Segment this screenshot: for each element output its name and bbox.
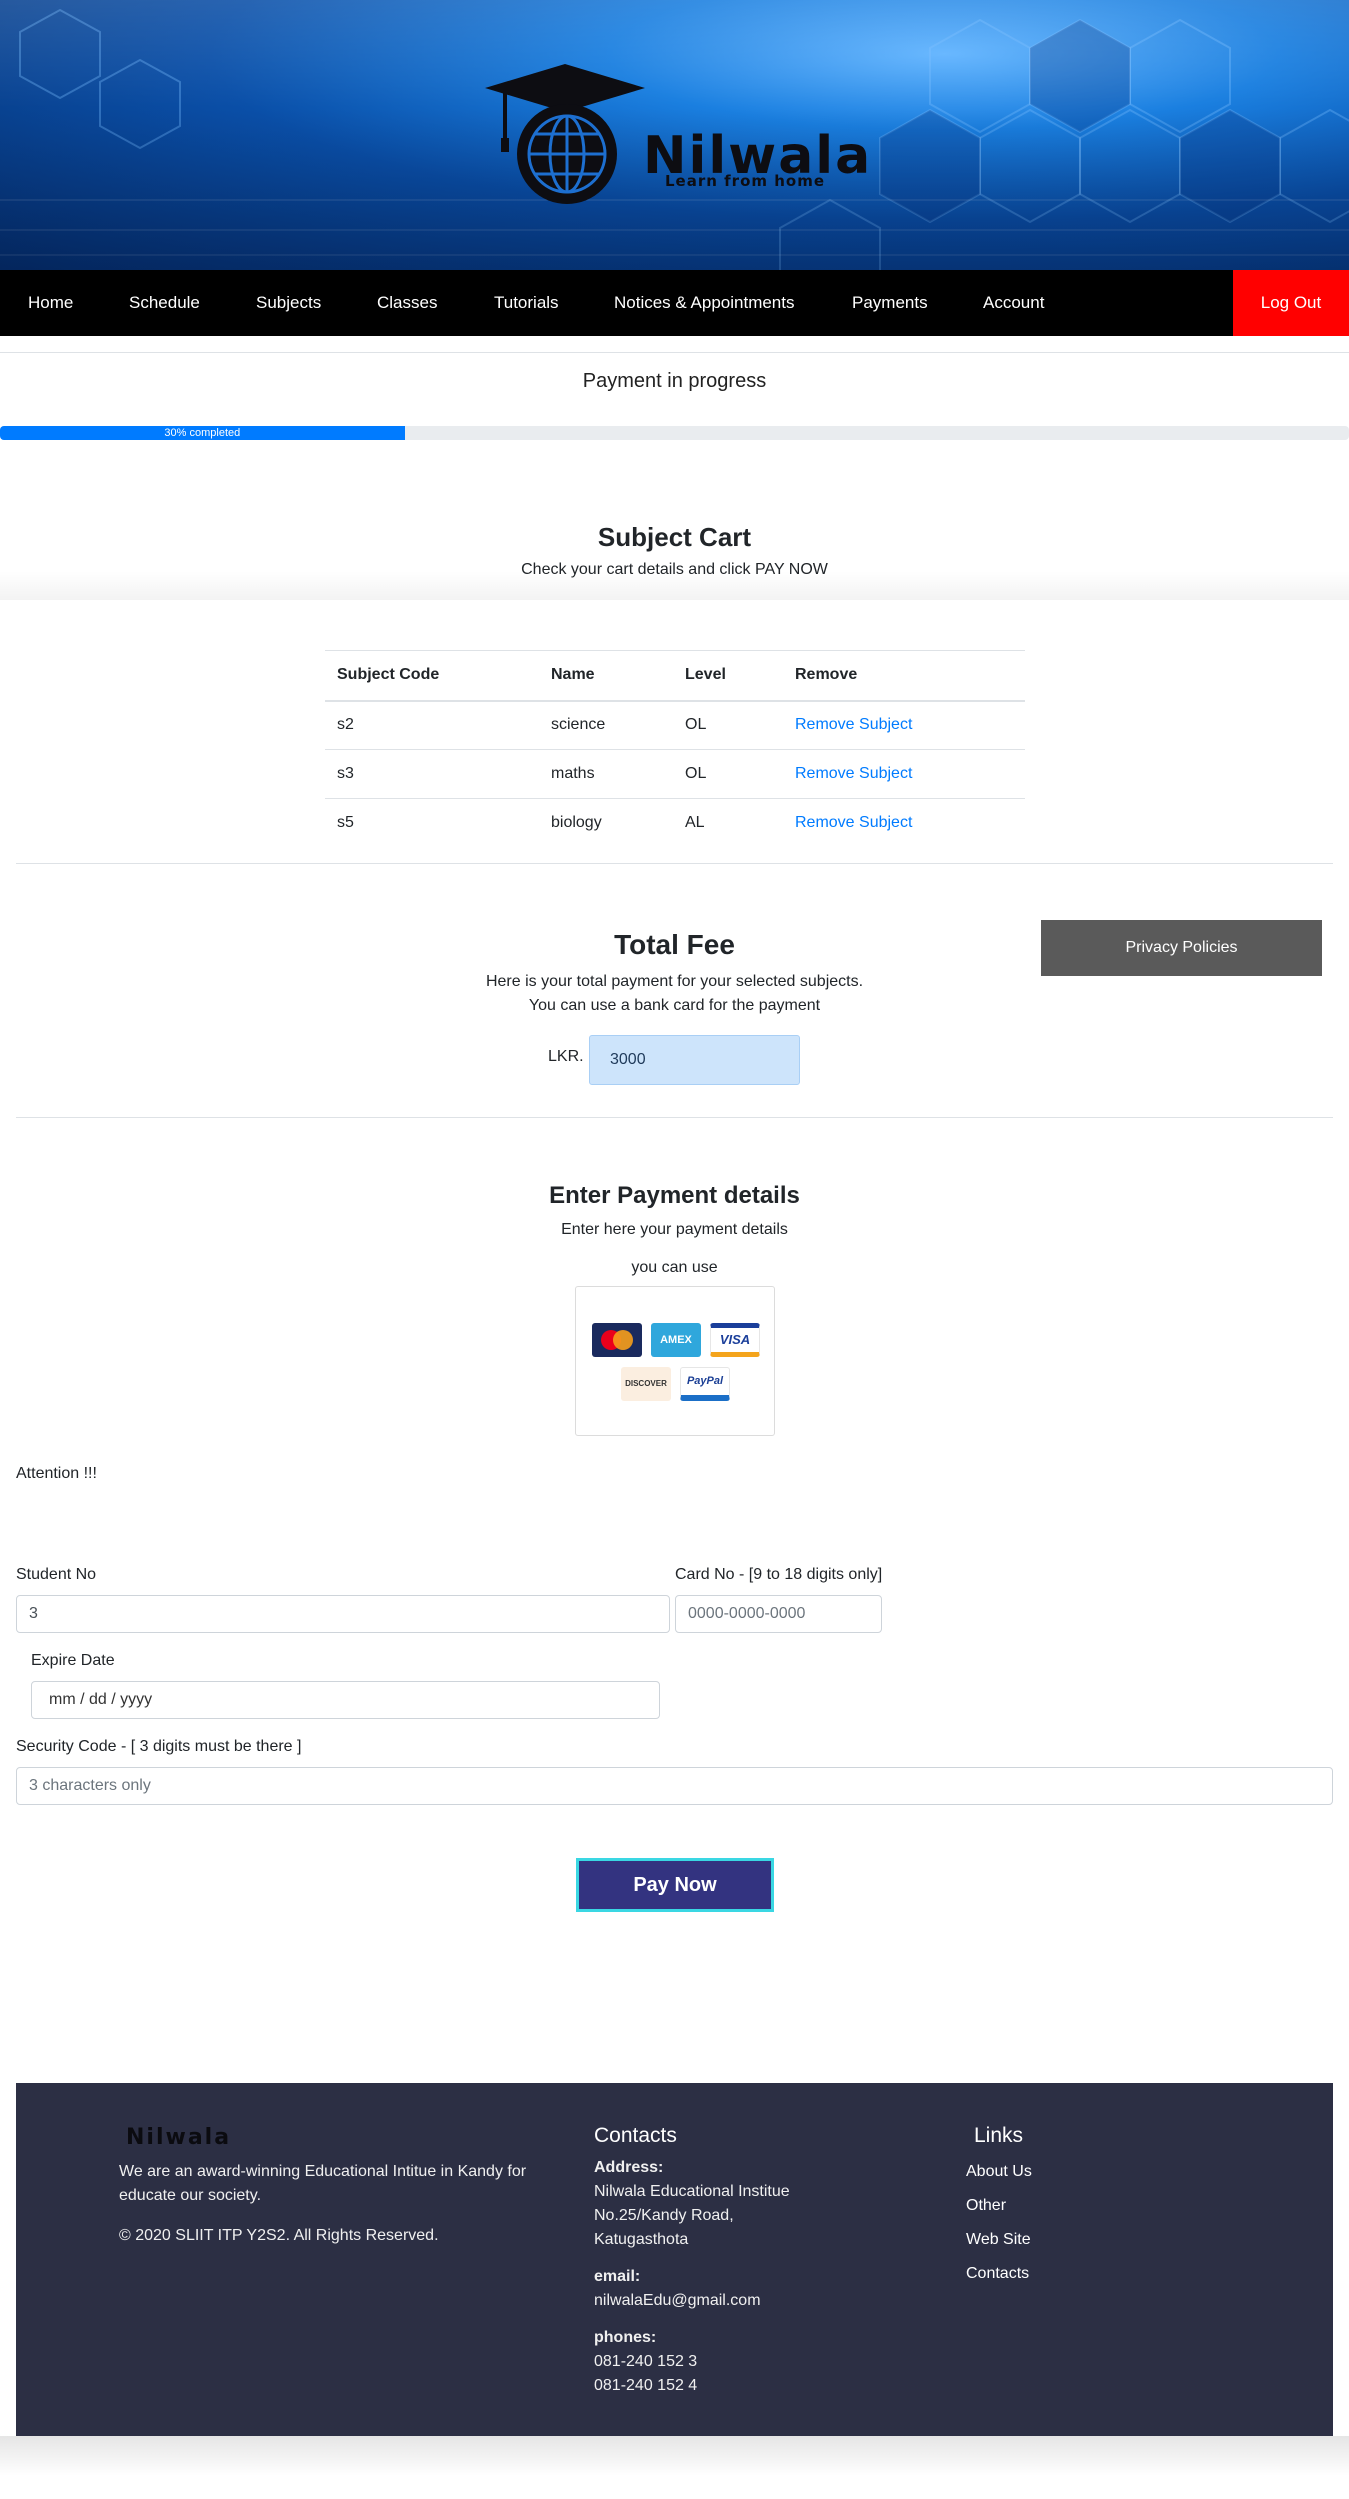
col-level: Level: [673, 650, 783, 702]
header-banner: Nilwala Learn from home: [0, 0, 1349, 270]
subject-level: AL: [673, 798, 783, 848]
cart-table: Subject Code Name Level Remove s2 scienc…: [325, 650, 1025, 848]
remove-subject-link[interactable]: Remove Subject: [795, 814, 912, 831]
graduation-globe-icon: [485, 64, 645, 204]
subject-name: maths: [539, 749, 673, 799]
nav-notices-appointments[interactable]: Notices & Appointments: [614, 270, 794, 336]
contacts-heading: Contacts: [594, 2124, 677, 2147]
address-label: Address:: [594, 2159, 664, 2176]
card-no-field[interactable]: 0000-0000-0000: [675, 1595, 882, 1633]
security-code-field[interactable]: 3 characters only: [16, 1767, 1333, 1805]
table-row: s5 biology AL Remove Subject: [325, 798, 1025, 848]
subject-code: s2: [325, 700, 539, 750]
progress-bar-fill: 30% completed: [0, 426, 405, 440]
subject-level: OL: [673, 749, 783, 799]
footer-copyright: © 2020 SLIIT ITP Y2S2. All Rights Reserv…: [119, 2227, 439, 2244]
remove-subject-link[interactable]: Remove Subject: [795, 765, 912, 782]
links-heading: Links: [974, 2124, 1024, 2147]
footer-link-about-us[interactable]: About Us: [966, 2163, 1032, 2181]
mastercard-icon: [592, 1323, 642, 1357]
footer-logo: Nilwala: [126, 2125, 232, 2150]
accepted-cards-label: you can use: [631, 1259, 718, 1276]
table-row: s3 maths OL Remove Subject: [325, 749, 1025, 799]
expire-date-field[interactable]: mm / dd / yyyy: [31, 1681, 660, 1719]
pay-now-button[interactable]: Pay Now: [576, 1858, 774, 1912]
address-line: No.25/Kandy Road,: [594, 2207, 734, 2224]
attention-text: Attention !!!: [16, 1465, 97, 1482]
divider: [16, 1117, 1333, 1118]
nav-subjects[interactable]: Subjects: [256, 270, 321, 336]
email-label: email:: [594, 2268, 641, 2285]
accepted-cards-box: AMEX VISA DISCOVER PayPal: [575, 1286, 775, 1436]
discover-icon: DISCOVER: [621, 1367, 671, 1401]
table-row: s2 science OL Remove Subject: [325, 700, 1025, 750]
total-fee-line2: You can use a bank card for the payment: [528, 997, 821, 1014]
visa-icon: VISA: [710, 1323, 760, 1357]
logout-button[interactable]: Log Out: [1233, 270, 1349, 336]
amex-icon: AMEX: [651, 1323, 701, 1357]
privacy-policies-button[interactable]: Privacy Policies: [1041, 920, 1322, 976]
col-name: Name: [539, 650, 673, 702]
nav-tutorials[interactable]: Tutorials: [494, 270, 559, 336]
progress-title: Payment in progress: [582, 370, 767, 392]
subject-code: s5: [325, 798, 539, 848]
col-subject-code: Subject Code: [325, 650, 539, 702]
payment-details-title: Enter Payment details: [549, 1182, 800, 1209]
cart-title: Subject Cart: [597, 522, 752, 552]
paypal-icon: PayPal: [680, 1367, 730, 1401]
footer-link-web-site[interactable]: Web Site: [966, 2231, 1031, 2249]
brand-tagline: Learn from home: [665, 172, 826, 190]
main-navbar: Home Schedule Subjects Classes Tutorials…: [0, 270, 1349, 336]
subject-name: biology: [539, 798, 673, 848]
footer: Nilwala We are an award-winning Educatio…: [16, 2083, 1333, 2436]
table-header-row: Subject Code Name Level Remove: [325, 650, 1025, 702]
subject-level: OL: [673, 700, 783, 750]
security-code-label: Security Code - [ 3 digits must be there…: [16, 1738, 302, 1755]
nav-account[interactable]: Account: [983, 270, 1044, 336]
footer-about: We are an award-winning Educational Inti…: [119, 2163, 527, 2204]
nav-payments[interactable]: Payments: [852, 270, 928, 336]
student-no-field[interactable]: 3: [16, 1595, 670, 1633]
expire-date-label: Expire Date: [31, 1652, 115, 1669]
remove-subject-link[interactable]: Remove Subject: [795, 716, 912, 733]
payment-details-subtitle: Enter here your payment details: [561, 1221, 788, 1238]
nav-classes[interactable]: Classes: [377, 270, 437, 336]
nav-schedule[interactable]: Schedule: [129, 270, 200, 336]
footer-link-contacts[interactable]: Contacts: [966, 2265, 1029, 2283]
col-remove: Remove: [783, 650, 1025, 702]
divider: [0, 352, 1349, 353]
subject-name: science: [539, 700, 673, 750]
footer-shadow: [0, 2436, 1349, 2476]
phone-value: 081-240 152 4: [594, 2377, 698, 2394]
currency-label: LKR.: [548, 1048, 584, 1065]
address-line: Nilwala Educational Institue: [594, 2183, 790, 2200]
site-logo[interactable]: Nilwala Learn from home: [485, 60, 875, 210]
phones-label: phones:: [594, 2329, 657, 2346]
payment-progress: 30% completed: [0, 426, 1349, 440]
email-value: nilwalaEdu@gmail.com: [594, 2292, 761, 2309]
subject-code: s3: [325, 749, 539, 799]
divider: [16, 863, 1333, 864]
cart-subtitle: Check your cart details and click PAY NO…: [521, 561, 828, 578]
footer-link-other[interactable]: Other: [966, 2197, 1006, 2215]
total-amount-field: 3000: [589, 1035, 800, 1085]
address-line: Katugasthota: [594, 2231, 689, 2248]
card-no-label: Card No - [9 to 18 digits only]: [675, 1566, 883, 1583]
nav-home[interactable]: Home: [28, 270, 73, 336]
phone-value: 081-240 152 3: [594, 2353, 698, 2370]
student-no-label: Student No: [16, 1566, 97, 1583]
